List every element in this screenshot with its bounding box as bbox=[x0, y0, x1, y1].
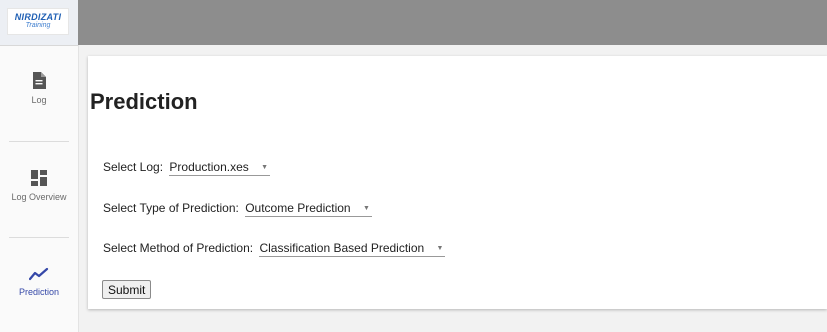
select-method-dropdown[interactable]: Classification Based Prediction ▼ bbox=[259, 241, 446, 257]
page-title: Prediction bbox=[90, 89, 198, 114]
sidebar-divider bbox=[9, 237, 69, 238]
sidebar-item-log[interactable]: Log bbox=[0, 72, 78, 105]
select-log-row: Select Log: Production.xes ▼ bbox=[103, 160, 271, 176]
select-method-value: Classification Based Prediction bbox=[259, 241, 425, 255]
dashboard-icon bbox=[31, 170, 47, 186]
sidebar-item-log-overview[interactable]: Log Overview bbox=[0, 170, 78, 202]
select-type-dropdown[interactable]: Outcome Prediction ▼ bbox=[245, 201, 372, 217]
select-log-dropdown[interactable]: Production.xes ▼ bbox=[169, 160, 271, 176]
sidebar-divider bbox=[9, 141, 69, 142]
submit-button[interactable]: Submit bbox=[102, 280, 152, 299]
dropdown-arrow-icon: ▼ bbox=[436, 245, 444, 253]
select-method-row: Select Method of Prediction: Classificat… bbox=[103, 241, 446, 257]
dropdown-arrow-icon: ▼ bbox=[362, 205, 370, 213]
select-log-value: Production.xes bbox=[169, 160, 249, 174]
trending-line-icon bbox=[29, 267, 49, 281]
sidebar-item-label: Prediction bbox=[18, 287, 60, 297]
sidebar: NIRDIZATI Training Log Log Overview Pred… bbox=[0, 0, 79, 332]
top-app-bar bbox=[78, 0, 827, 45]
select-type-label: Select Type of Prediction: bbox=[103, 201, 239, 215]
logo-subtitle: Training bbox=[25, 22, 51, 29]
sidebar-item-prediction[interactable]: Prediction bbox=[0, 267, 78, 297]
dropdown-arrow-icon: ▼ bbox=[261, 164, 269, 172]
select-log-label: Select Log: bbox=[103, 160, 164, 174]
sidebar-item-label: Log Overview bbox=[11, 192, 67, 202]
select-method-label: Select Method of Prediction: bbox=[103, 241, 254, 255]
document-icon bbox=[33, 72, 46, 89]
prediction-card: Prediction Select Log: Production.xes ▼ … bbox=[88, 56, 827, 309]
app-logo[interactable]: NIRDIZATI Training bbox=[7, 8, 69, 35]
logo-title: NIRDIZATI bbox=[14, 12, 62, 22]
select-type-value: Outcome Prediction bbox=[245, 201, 351, 215]
select-type-row: Select Type of Prediction: Outcome Predi… bbox=[103, 201, 372, 217]
sidebar-item-label: Log bbox=[31, 95, 47, 105]
logo-area: NIRDIZATI Training bbox=[0, 0, 78, 46]
